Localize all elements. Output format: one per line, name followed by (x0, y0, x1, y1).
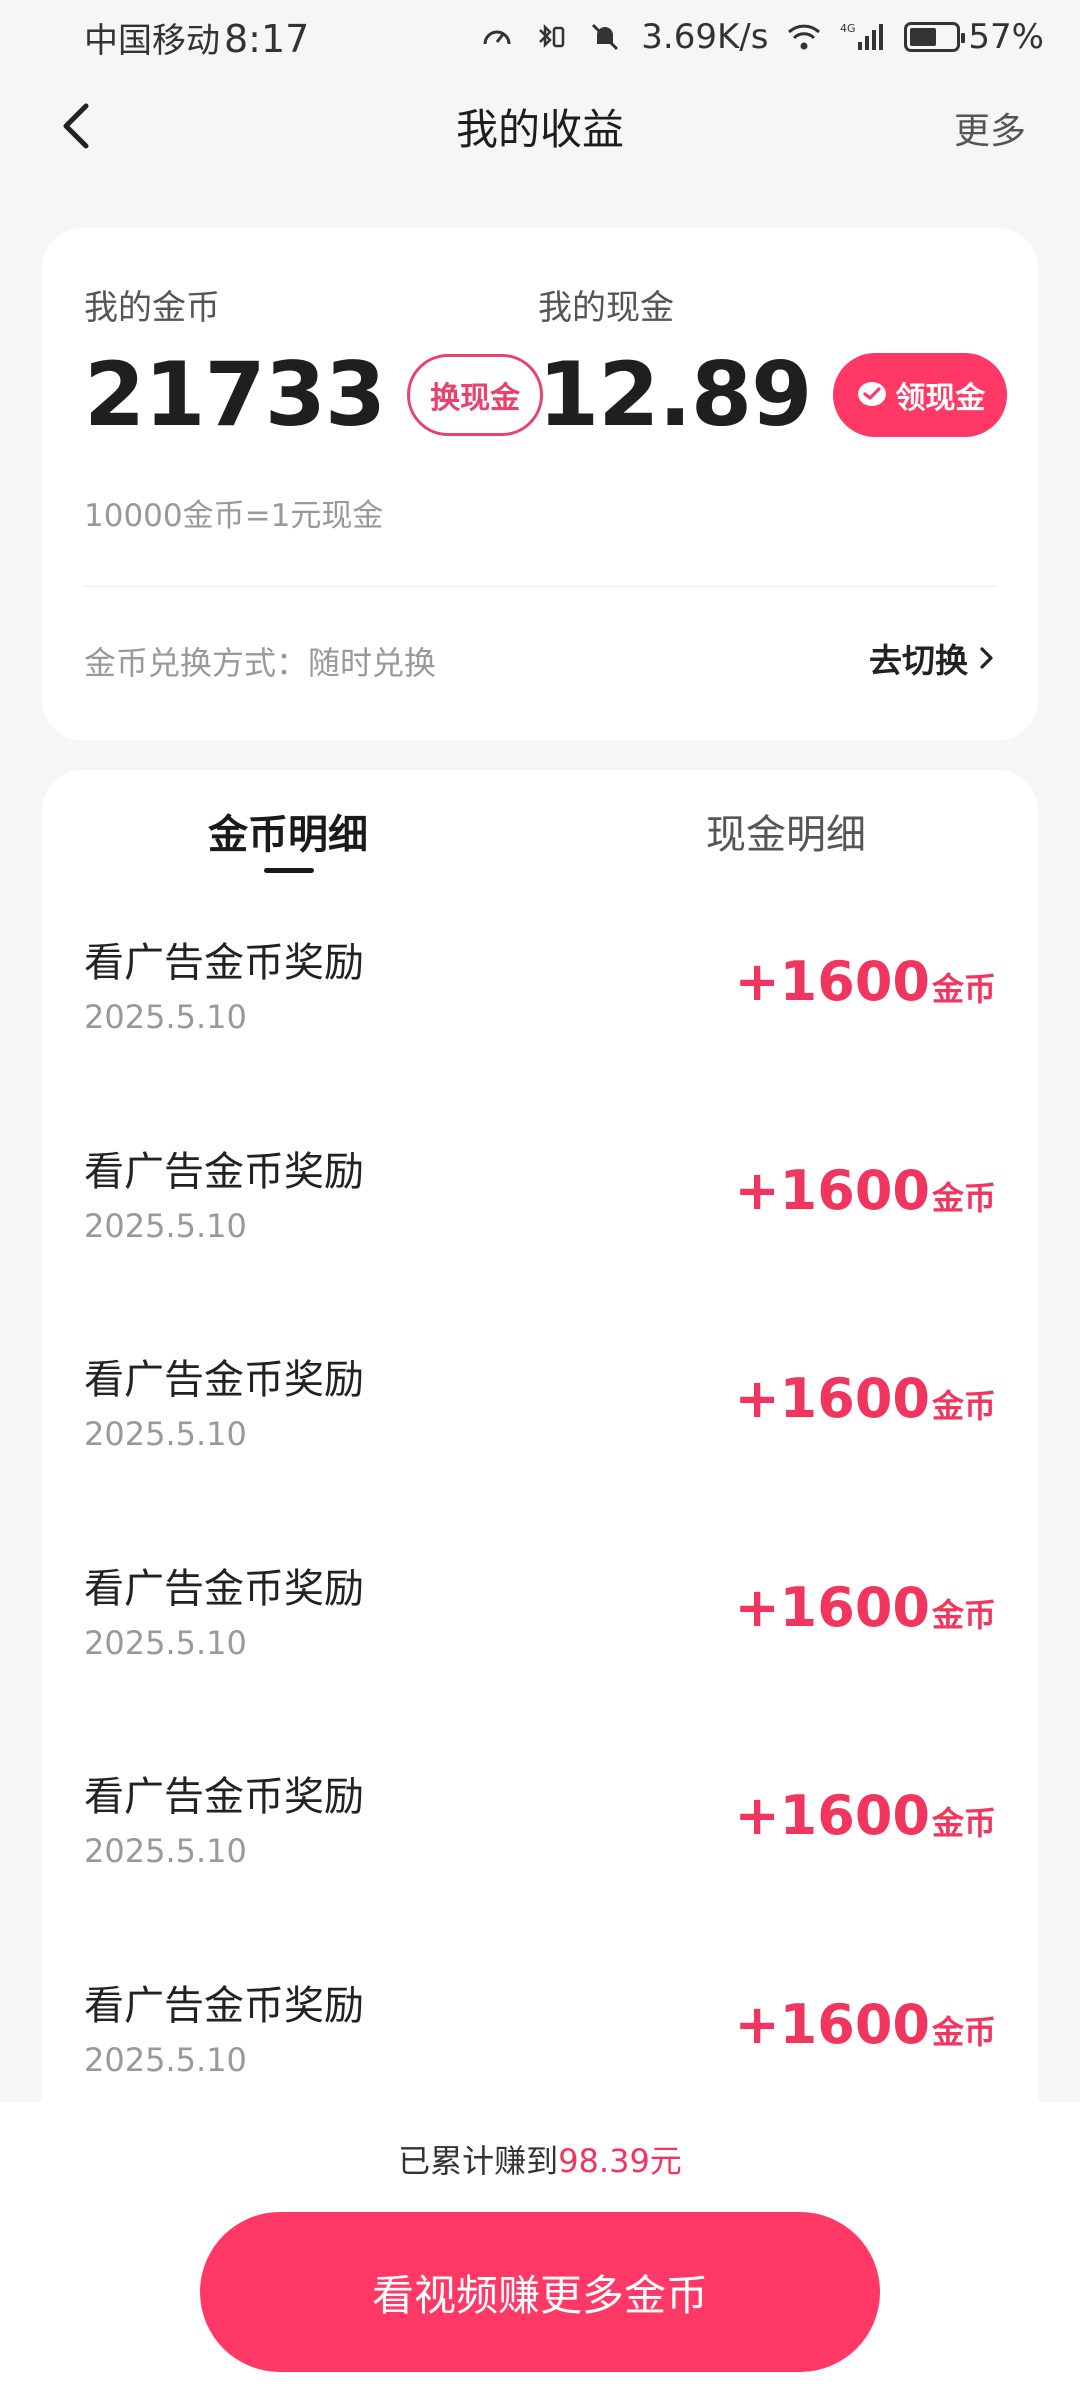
chevron-right-icon (980, 647, 993, 669)
list-item[interactable]: 看广告金币奖励 2025.5.10 +1600 金币 (42, 1347, 1038, 1556)
cash-label: 我的现金 (538, 288, 674, 328)
status-time: 8:17 (224, 16, 310, 61)
speedometer-icon (479, 19, 515, 55)
record-date: 2025.5.10 (84, 1832, 247, 1871)
amount-unit: 金币 (931, 1595, 996, 1634)
switch-method-link[interactable]: 去切换 (869, 634, 996, 682)
earned-amount: 98.39元 (558, 2142, 682, 2180)
record-amount: +1600 金币 (734, 950, 996, 1013)
mute-bell-icon (587, 19, 623, 55)
withdraw-cash-button[interactable]: 领现金 (833, 353, 1008, 437)
battery-indicator: 57% (904, 17, 1044, 57)
amount-number: +1600 (734, 950, 930, 1013)
status-right: 3.69K/s 4G 57% (479, 17, 1044, 57)
bottom-panel: 已累计赚到98.39元 看视频赚更多金币 (0, 2102, 1080, 2400)
record-date: 2025.5.10 (84, 1623, 247, 1662)
detail-tabs: 金币明细 现金明细 (42, 770, 1038, 880)
coins-label: 我的金币 (84, 288, 220, 328)
amount-unit: 金币 (931, 1804, 996, 1843)
battery-fill (910, 28, 936, 46)
status-bar: 中国移动 8:17 3.69K/s 4G 57% (0, 0, 1080, 74)
list-item[interactable]: 看广告金币奖励 2025.5.10 +1600 金币 (42, 1556, 1038, 1765)
chevron-left-icon (63, 103, 89, 149)
tab-indicator (264, 868, 314, 873)
list-item[interactable]: 看广告金币奖励 2025.5.10 +1600 金币 (42, 1764, 1038, 1973)
record-date: 2025.5.10 (84, 1415, 247, 1454)
exchange-rate-text: 10000金币=1元现金 (84, 498, 384, 534)
signal-icon: 4G (840, 19, 886, 55)
record-date: 2025.5.10 (84, 1206, 247, 1245)
record-title: 看广告金币奖励 (84, 940, 364, 986)
amount-number: +1600 (734, 1992, 930, 2056)
record-title: 看广告金币奖励 (84, 1148, 364, 1195)
wifi-icon (786, 19, 822, 55)
net-speed: 3.69K/s (641, 17, 769, 57)
amount-unit: 金币 (931, 1178, 996, 1217)
total-earned-text: 已累计赚到98.39元 (0, 2136, 1080, 2182)
record-title: 看广告金币奖励 (84, 1774, 364, 1821)
cash-balance: 我的现金 12.89 领现金 (538, 280, 1008, 446)
list-item[interactable]: 看广告金币奖励 2025.5.10 +1600 金币 (42, 930, 1038, 1139)
record-title: 看广告金币奖励 (84, 1357, 364, 1404)
record-amount: +1600 金币 (734, 1784, 996, 1847)
withdraw-cash-label: 领现金 (895, 381, 986, 416)
tab-cash-detail[interactable]: 现金明细 (706, 802, 866, 860)
watch-video-button[interactable]: 看视频赚更多金币 (200, 2212, 880, 2372)
record-title: 看广告金币奖励 (84, 1982, 364, 2029)
amount-unit: 金币 (931, 1387, 996, 1426)
amount-number: +1600 (734, 1367, 930, 1431)
list-item[interactable]: 看广告金币奖励 2025.5.10 +1600 金币 (42, 1139, 1038, 1348)
network-type: 4G (840, 22, 856, 35)
balance-card: 我的金币 21733 换现金 我的现金 12.89 领现金 10000金币=1元… (42, 228, 1038, 740)
bluetooth-battery-icon (533, 19, 569, 55)
nav-bar: 我的收益 更多 (0, 74, 1080, 178)
record-date: 2025.5.10 (84, 2040, 247, 2079)
exchange-cash-button[interactable]: 换现金 (407, 354, 544, 436)
record-title: 看广告金币奖励 (84, 1565, 364, 1612)
amount-unit: 金币 (931, 2012, 996, 2051)
coins-balance: 我的金币 21733 换现金 (84, 280, 544, 446)
coins-value: 21733 (84, 343, 386, 446)
record-amount: +1600 金币 (734, 1367, 996, 1430)
back-button[interactable] (50, 100, 102, 152)
amount-unit: 金币 (931, 970, 996, 1008)
cash-value: 12.89 (538, 343, 812, 446)
battery-icon (904, 22, 966, 52)
switch-method-label: 去切换 (869, 641, 968, 680)
amount-number: +1600 (734, 1575, 930, 1639)
detail-card: 金币明细 现金明细 看广告金币奖励 2025.5.10 +1600 金币 看广告金… (42, 770, 1038, 2170)
status-left: 中国移动 8:17 (84, 13, 309, 62)
wechat-icon (858, 382, 887, 406)
record-date: 2025.5.10 (84, 998, 247, 1036)
amount-number: +1600 (734, 1158, 930, 1222)
more-button[interactable]: 更多 (954, 102, 1026, 154)
divider (84, 586, 996, 587)
page-title: 我的收益 (455, 104, 624, 154)
earned-prefix: 已累计赚到 (398, 2142, 559, 2180)
coin-records-list: 看广告金币奖励 2025.5.10 +1600 金币 看广告金币奖励 2025.5… (42, 930, 1038, 2182)
tab-coins-detail[interactable]: 金币明细 (208, 802, 368, 860)
battery-percent: 57% (968, 17, 1044, 57)
exchange-method-text: 金币兑换方式：随时兑换 (84, 644, 437, 682)
record-amount: +1600 金币 (734, 1159, 996, 1222)
carrier-name: 中国移动 (84, 20, 220, 61)
amount-number: +1600 (734, 1784, 930, 1848)
record-amount: +1600 金币 (734, 1576, 996, 1639)
record-amount: +1600 金币 (734, 1993, 996, 2056)
